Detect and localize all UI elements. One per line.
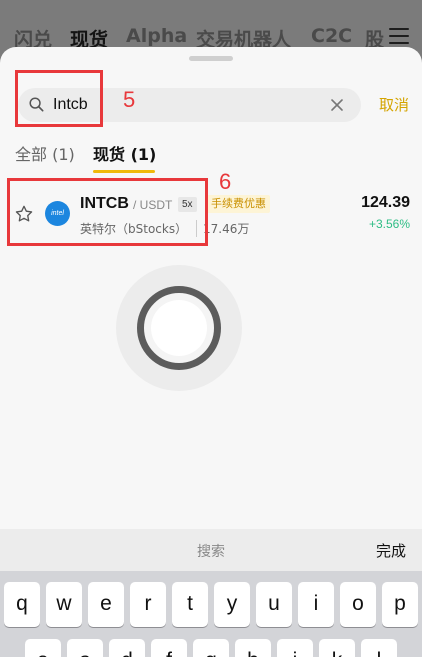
cancel-button[interactable]: 取消 — [379, 94, 409, 115]
key-e[interactable]: e — [88, 582, 124, 627]
key-f[interactable]: f — [151, 639, 187, 657]
tab-alpha[interactable]: Alpha — [126, 25, 187, 47]
filter-tab-spot[interactable]: 现货 (1) — [93, 141, 156, 165]
key-u[interactable]: u — [256, 582, 292, 627]
fee-discount-badge: 手续费优惠 — [207, 195, 270, 213]
annotation-label-6: 6 — [219, 169, 232, 194]
key-d[interactable]: d — [109, 639, 145, 657]
key-g[interactable]: g — [193, 639, 229, 657]
last-price: 124.39 — [361, 194, 410, 211]
annotation-box-6 — [7, 178, 208, 246]
key-y[interactable]: y — [214, 582, 250, 627]
keyboard-accessory-bar: 搜索 完成 — [0, 529, 422, 571]
key-p[interactable]: p — [382, 582, 418, 627]
tab-c2c[interactable]: C2C — [311, 25, 352, 47]
keyboard-done-button[interactable]: 完成 — [376, 540, 406, 561]
key-w[interactable]: w — [46, 582, 82, 627]
sheet-grabber[interactable] — [189, 56, 233, 61]
key-k[interactable]: k — [319, 639, 355, 657]
filter-tab-all[interactable]: 全部 (1) — [15, 141, 75, 165]
search-sheet: Intcb 取消 5 全部 (1) 现货 (1) intel INTCB / U… — [0, 47, 422, 529]
loading-spinner-center — [151, 300, 207, 356]
clear-icon[interactable] — [329, 97, 345, 113]
key-o[interactable]: o — [340, 582, 376, 627]
annotation-label-5: 5 — [123, 87, 136, 112]
key-l[interactable]: l — [361, 639, 397, 657]
keyboard: q w e r t y u i o p a s d f g h j k l — [0, 571, 422, 657]
price-change: +3.56% — [368, 217, 410, 231]
key-s[interactable]: s — [67, 639, 103, 657]
key-j[interactable]: j — [277, 639, 313, 657]
keyboard-search-hint: 搜索 — [197, 544, 225, 560]
key-t[interactable]: t — [172, 582, 208, 627]
active-tab-indicator — [93, 170, 155, 173]
menu-icon[interactable] — [389, 28, 409, 44]
key-q[interactable]: q — [4, 582, 40, 627]
key-a[interactable]: a — [25, 639, 61, 657]
key-r[interactable]: r — [130, 582, 166, 627]
key-h[interactable]: h — [235, 639, 271, 657]
key-i[interactable]: i — [298, 582, 334, 627]
annotation-box-5 — [15, 70, 103, 127]
